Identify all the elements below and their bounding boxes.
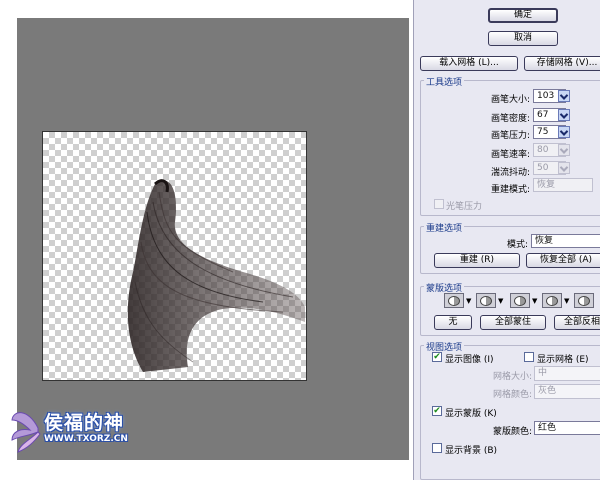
show-mask-checkbox[interactable]: ✔ — [432, 406, 442, 416]
reconstruct-mode-label: 重建模式: — [490, 185, 530, 195]
mask-circle-icon — [448, 296, 460, 306]
chevron-down-icon[interactable] — [558, 90, 570, 102]
mask-replace-button[interactable] — [444, 293, 464, 308]
mask-color-select[interactable]: 红色 — [534, 421, 600, 435]
ok-button[interactable]: 确定 — [488, 8, 558, 23]
show-mesh-checkbox[interactable] — [524, 352, 534, 362]
liquify-canvas[interactable] — [17, 18, 409, 460]
logo-url: WWW.TXORZ.CN — [44, 434, 128, 444]
restore-all-button[interactable]: 恢复全部 (A) — [526, 253, 600, 268]
mask-intersect-button[interactable] — [542, 293, 562, 308]
mask-add-button[interactable] — [476, 293, 496, 308]
stylus-pressure-label: 光笔压力 — [446, 202, 483, 212]
mask-circle-icon — [480, 296, 492, 306]
turbulent-jitter-label: 湍流抖动: — [490, 168, 530, 178]
reconstruct-mode-select[interactable]: 恢复 — [531, 234, 600, 248]
site-logo: 侯福的神 WWW.TXORZ.CN — [8, 398, 158, 468]
tool-options-title: 工具选项 — [424, 75, 465, 88]
mesh-color-label: 网格颜色: — [492, 390, 532, 400]
cancel-button[interactable]: 取消 — [488, 31, 558, 46]
mesh-size-label: 网格大小: — [492, 372, 532, 382]
mask-subtract-button[interactable] — [510, 293, 530, 308]
chevron-down-icon[interactable]: ▼ — [564, 297, 569, 305]
brush-size-label: 画笔大小: — [490, 95, 530, 105]
brush-rate-label: 画笔速率: — [490, 150, 530, 160]
chevron-down-icon[interactable]: ▼ — [532, 297, 537, 305]
liquify-options-panel: 确定 取消 载入网格 (L)... 存储网格 (V)... 工具选项 画笔大小:… — [413, 0, 600, 480]
load-mesh-button[interactable]: 载入网格 (L)... — [420, 56, 518, 71]
mask-color-label: 蒙版颜色: — [492, 427, 532, 437]
chevron-down-icon — [558, 144, 570, 156]
reconstruct-options-title: 重建选项 — [424, 221, 465, 234]
image-artboard[interactable] — [42, 131, 307, 381]
mask-circle-icon — [546, 296, 558, 306]
chevron-down-icon — [558, 162, 570, 174]
reconstruct-button[interactable]: 重建 (R) — [434, 253, 520, 268]
show-mask-label: 显示蒙版 (K) — [445, 409, 497, 419]
reconstruct-mode-label: 模式: — [506, 240, 528, 250]
mask-all-button[interactable]: 全部蒙住 — [480, 315, 546, 330]
chevron-down-icon[interactable]: ▼ — [466, 297, 471, 305]
mask-invert-button[interactable] — [574, 293, 594, 308]
brush-density-label: 画笔密度: — [490, 114, 530, 124]
save-mesh-button[interactable]: 存储网格 (V)... — [524, 56, 600, 71]
show-image-checkbox[interactable]: ✔ — [432, 352, 442, 362]
stylus-pressure-checkbox — [434, 199, 444, 209]
show-backdrop-label: 显示背景 (B) — [445, 446, 498, 456]
show-backdrop-checkbox[interactable] — [432, 443, 442, 453]
mask-none-button[interactable]: 无 — [434, 315, 472, 330]
hair-image — [127, 179, 305, 372]
reconstruct-mode-select: 恢复 — [533, 178, 593, 192]
wing-icon — [11, 412, 41, 453]
chevron-down-icon[interactable] — [558, 109, 570, 121]
logo-title: 侯福的神 — [44, 412, 125, 434]
chevron-down-icon[interactable]: ▼ — [498, 297, 503, 305]
mask-circle-icon — [578, 296, 590, 306]
show-mesh-label: 显示网格 (E) — [537, 355, 589, 365]
chevron-down-icon[interactable] — [558, 126, 570, 138]
brush-pressure-label: 画笔压力: — [490, 131, 530, 141]
mask-circle-icon — [514, 296, 526, 306]
invert-all-button[interactable]: 全部反相 — [554, 315, 600, 330]
mesh-size-select: 中 — [534, 366, 600, 381]
show-image-label: 显示图像 (I) — [445, 355, 494, 365]
mesh-color-select: 灰色 — [534, 384, 600, 399]
